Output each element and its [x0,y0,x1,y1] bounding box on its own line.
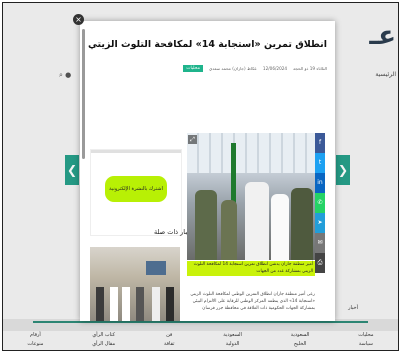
photo-person [291,188,313,260]
linkedin-icon[interactable]: in [315,173,325,193]
thumbnail-person [136,287,144,321]
newsletter-box-bar [91,150,181,153]
modal-scrollbar[interactable] [82,29,85,159]
thumbnail-screen [146,261,166,275]
share-bar: f t in ✆ ➤ ✉ ⎙ [315,133,325,273]
telegram-icon[interactable]: ➤ [315,213,325,233]
whatsapp-icon[interactable]: ✆ [315,193,325,213]
expand-icon[interactable]: ⤢ [188,135,197,144]
author-name: عكاظ (جازان) محمد سعدي [209,65,257,71]
photo-person [221,200,237,260]
article-meta: محليات عكاظ (جازان) محمد سعدي 12/06/2024… [183,63,327,73]
newsletter-subscribe-button[interactable]: اشترك بالنشرة الإلكترونية [105,176,167,202]
newsletter-box: اشترك بالنشرة الإلكترونية [90,149,182,236]
thumbnail-person [122,287,130,321]
photo-person [195,190,217,260]
close-icon[interactable]: × [73,14,84,25]
article-main-photo[interactable] [187,133,315,260]
browser-viewport: عـ الرئيسية ⌕ ● ❮ ❯ أخبار محليات سياسة ال… [2,2,399,351]
email-icon[interactable]: ✉ [315,233,325,253]
thumbnail-person [166,287,174,321]
photo-caption: أمير منطقة جازان يدشن انطلاق تمرين استجا… [187,261,315,276]
thumbnail-person [96,287,104,321]
related-news-thumbnail[interactable] [90,247,180,321]
thumbnail-person [110,287,118,321]
photo-person [271,194,289,260]
photo-tent-roof [187,133,315,173]
photo-person [245,182,269,260]
category-badge[interactable]: محليات [183,64,203,72]
thumbnail-person [152,287,160,321]
facebook-icon[interactable]: f [315,133,325,153]
publish-time: الثلاثاء 19 ذو الحجة [293,65,327,71]
article-title: انطلاق تمرين «استجابة 14» لمكافحة التلوث… [87,39,327,50]
article-body: رعى أمير منطقة جازان انطلاق التمرين الوط… [190,292,315,311]
publish-date: 12/06/2024 [262,65,288,71]
print-icon[interactable]: ⎙ [315,253,325,273]
article-modal: انطلاق تمرين «استجابة 14» لمكافحة التلوث… [80,21,335,321]
twitter-icon[interactable]: t [315,153,325,173]
